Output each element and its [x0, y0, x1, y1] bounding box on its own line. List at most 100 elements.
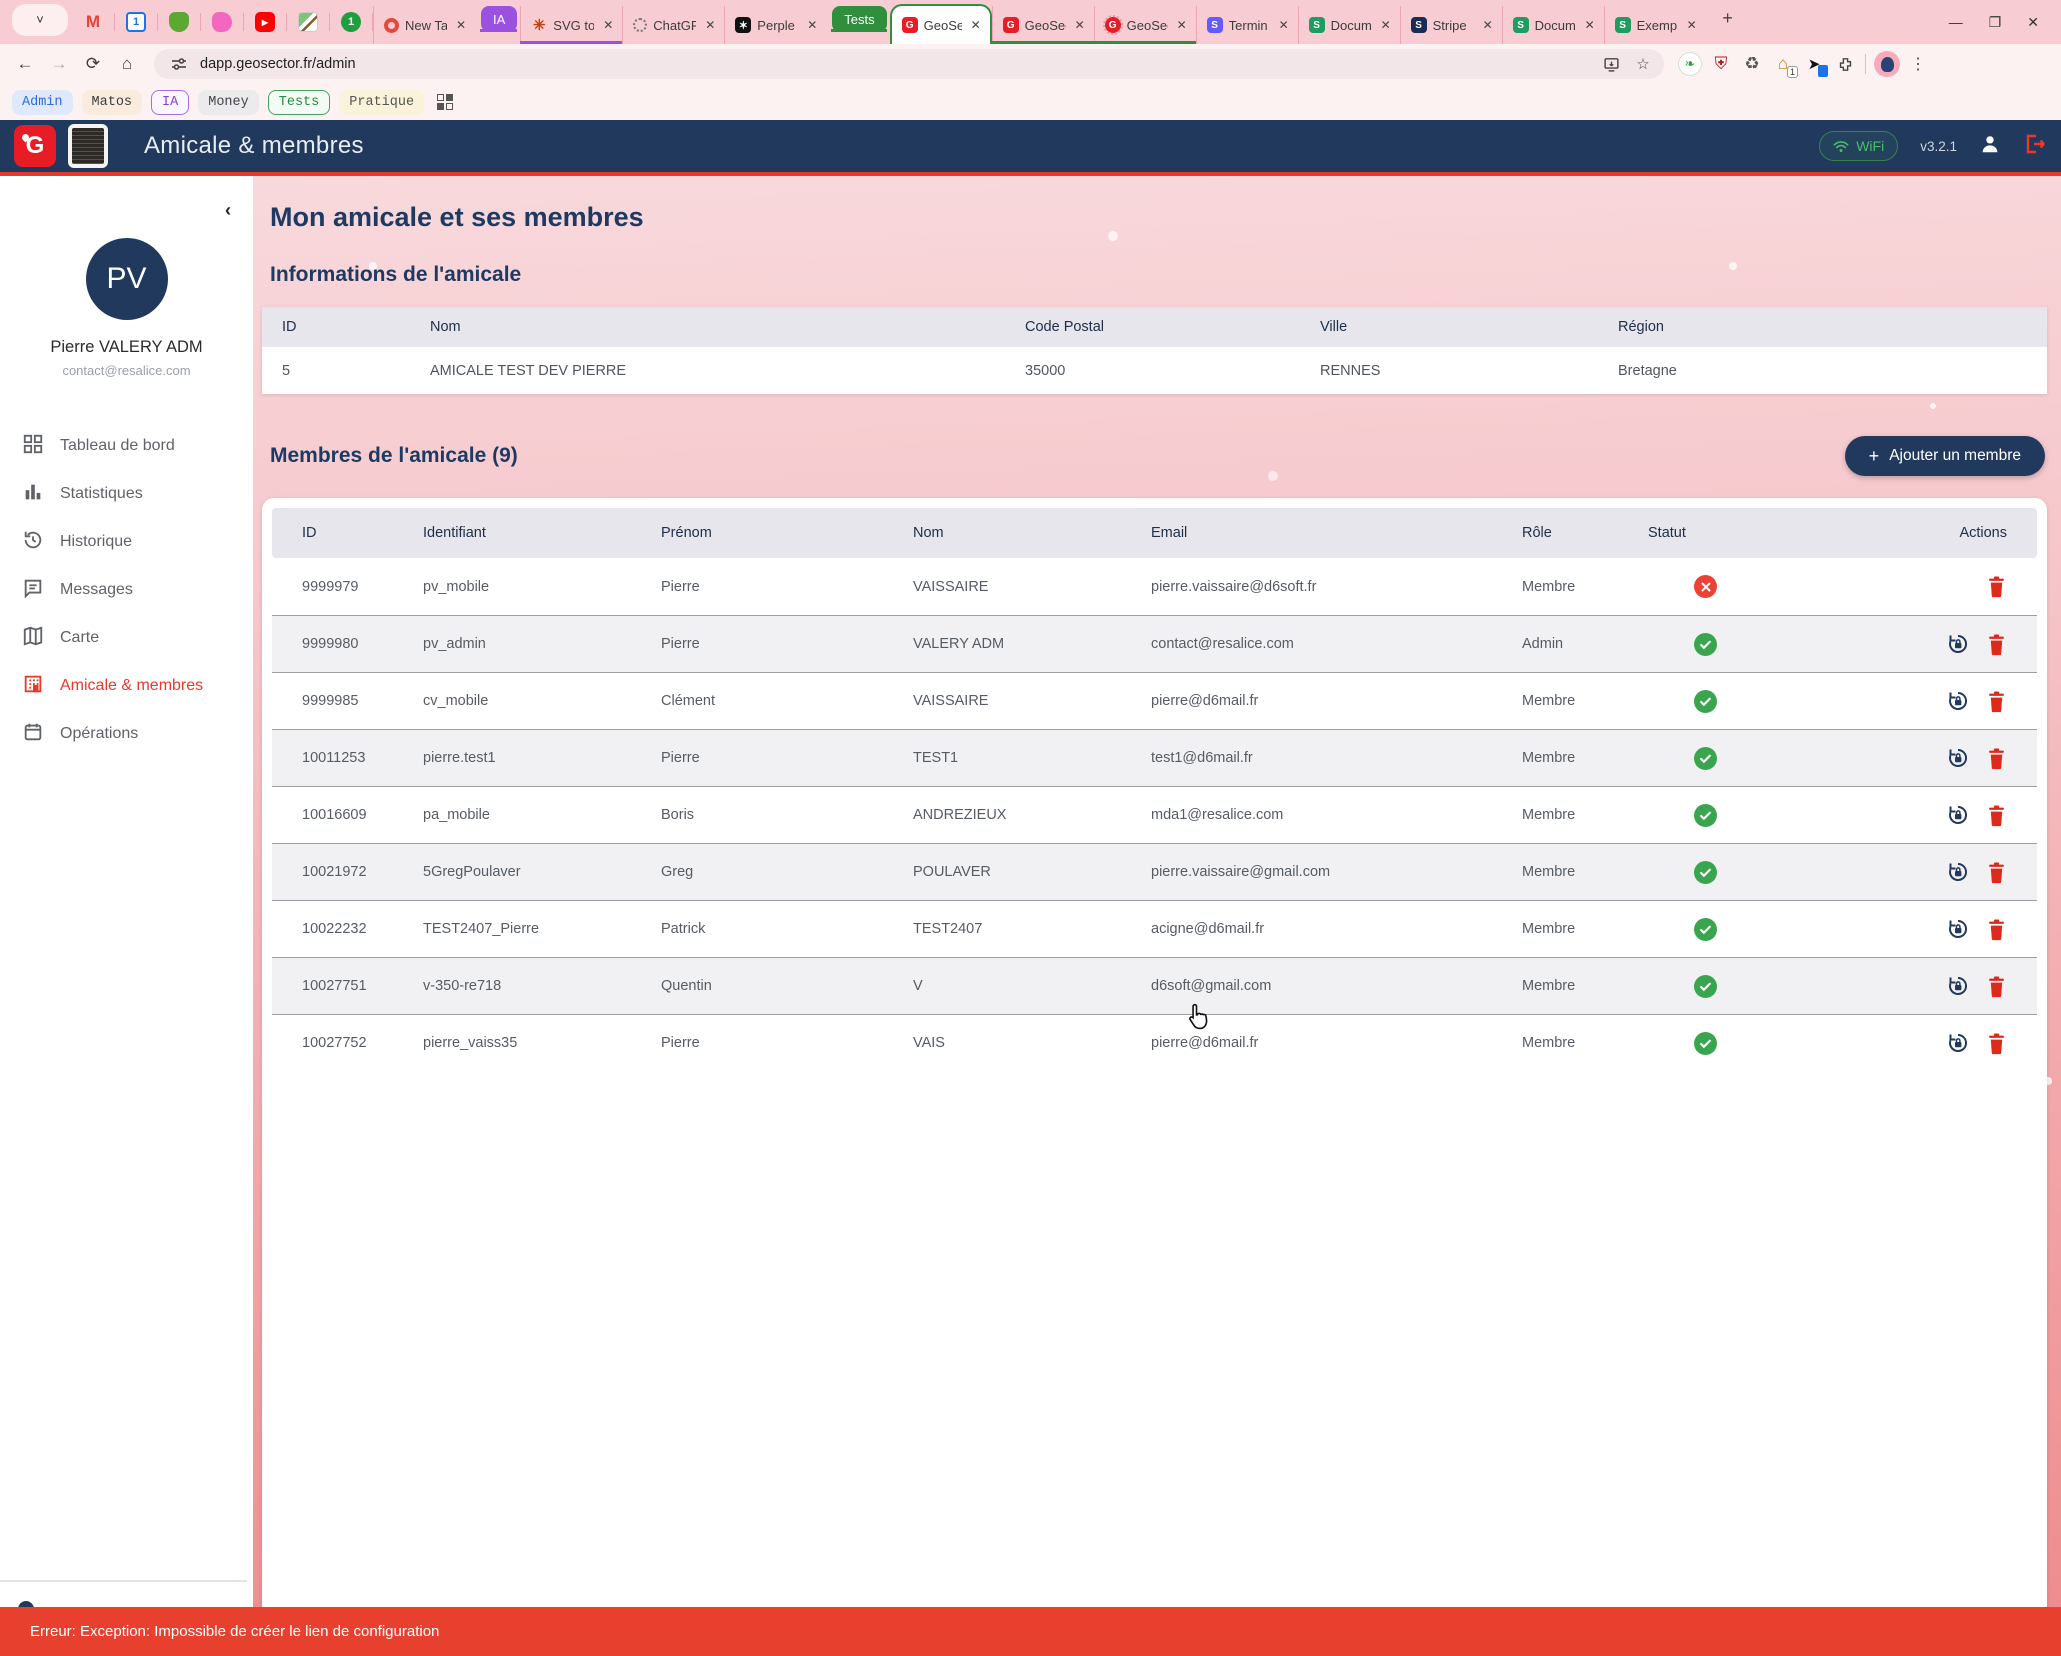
forward-button[interactable]: → — [44, 49, 74, 79]
tab-close-icon[interactable]: ✕ — [453, 17, 469, 33]
delete-member-button[interactable] — [1986, 861, 2007, 884]
browser-menu-icon[interactable]: ⋮ — [1904, 54, 1932, 74]
tab-close-icon[interactable]: ✕ — [968, 17, 984, 33]
error-bar: Erreur: Exception: Impossible de créer l… — [0, 1607, 2061, 1656]
add-member-button[interactable]: + Ajouter un membre — [1845, 436, 2045, 476]
reset-password-button[interactable] — [1946, 632, 1970, 656]
browser-tab[interactable]: ✳ SVG to ✕ — [520, 6, 622, 44]
reset-password-button[interactable] — [1946, 860, 1970, 884]
reset-password-button[interactable] — [1946, 974, 1970, 998]
back-button[interactable]: ← — [10, 49, 40, 79]
bookmark-item[interactable]: Money — [198, 90, 259, 115]
sidebar-collapse-icon[interactable]: ‹ — [225, 200, 231, 221]
browser-tab[interactable]: S Docume ✕ — [1298, 6, 1400, 44]
delete-member-button[interactable] — [1986, 633, 2007, 656]
tab-search-button[interactable]: ˅ — [12, 4, 68, 36]
delete-member-button[interactable] — [1986, 804, 2007, 827]
status-active-icon — [1694, 690, 1717, 713]
tab-close-icon[interactable]: ✕ — [1174, 17, 1190, 33]
browser-tab[interactable]: ✶ Perple ✕ — [724, 6, 826, 44]
reset-password-button[interactable] — [1946, 746, 1970, 770]
bookmark-item[interactable]: IA — [151, 90, 189, 115]
tab-close-icon[interactable]: ✕ — [804, 17, 820, 33]
address-bar[interactable]: dapp.geosector.fr/admin ☆ — [154, 49, 1664, 79]
browser-tab[interactable]: S Exempl ✕ — [1604, 6, 1706, 44]
mapnotes-pinned-tab-icon[interactable] — [298, 12, 318, 32]
green1-pinned-tab-icon[interactable]: 1 — [341, 12, 361, 32]
tab-close-icon[interactable]: ✕ — [1072, 17, 1088, 33]
tab-close-icon[interactable]: ✕ — [1480, 17, 1496, 33]
maximize-button[interactable]: ❐ — [1989, 14, 2002, 31]
reload-button[interactable]: ⟳ — [78, 49, 108, 79]
close-button[interactable]: ✕ — [2027, 14, 2039, 31]
tab-close-icon[interactable]: ✕ — [1582, 17, 1598, 33]
profile-avatar[interactable] — [1874, 51, 1900, 77]
site-settings-icon[interactable] — [168, 53, 190, 75]
browser-tab[interactable]: ChatGP ✕ — [622, 6, 724, 44]
youtube-pinned-tab-icon[interactable]: ▶ — [255, 12, 275, 32]
members-column-header: Rôle — [1522, 525, 1648, 541]
new-tab-button[interactable]: + — [1714, 5, 1742, 33]
tab-group-chip[interactable]: Tests — [832, 6, 886, 32]
tab-close-icon[interactable]: ✕ — [600, 17, 616, 33]
sidebar-item-statistiques[interactable]: Statistiques — [0, 470, 253, 518]
sidebar-item-tableau-de-bord[interactable]: Tableau de bord — [0, 422, 253, 470]
browser-tab[interactable]: S Stripe ✕ — [1400, 6, 1502, 44]
browser-tab[interactable]: G GeoSec ✕ — [890, 4, 992, 44]
apps-grid-icon[interactable] — [437, 94, 453, 110]
user-account-icon[interactable] — [1979, 133, 2001, 160]
reset-password-button[interactable] — [1946, 803, 1970, 827]
delete-member-button[interactable] — [1986, 975, 2007, 998]
delete-member-button[interactable] — [1986, 918, 2007, 941]
delete-member-button[interactable] — [1986, 747, 2007, 770]
bookmark-star-icon[interactable]: ☆ — [1632, 53, 1654, 75]
extension-cursor-icon[interactable]: ➤ — [1802, 52, 1826, 76]
tab-group-chip[interactable]: IA — [481, 6, 517, 32]
sidebar-item-messages[interactable]: Messages — [0, 566, 253, 614]
browser-tab[interactable]: New Ta ✕ — [373, 6, 475, 44]
calendar-icon — [22, 721, 44, 748]
extensions-menu-icon[interactable] — [1833, 52, 1857, 76]
home-button[interactable]: ⌂ — [112, 49, 142, 79]
browser-tab[interactable]: G GeoSec ✕ — [1094, 6, 1196, 44]
members-table-header: IDIdentifiantPrénomNomEmailRôleStatutAct… — [272, 508, 2037, 558]
gmail-pinned-tab-icon[interactable]: M — [83, 12, 103, 32]
reset-password-button[interactable] — [1946, 1031, 1970, 1055]
extension-leaf-icon[interactable]: ❧ — [1678, 52, 1702, 76]
delete-member-button[interactable] — [1986, 1032, 2007, 1055]
extensions-row: ❧ ⛨ ♻ ⌂1 ➤ — [1678, 52, 1857, 76]
minimize-button[interactable]: — — [1949, 14, 1963, 30]
browser-tab[interactable]: S Docume ✕ — [1502, 6, 1604, 44]
tab-favicon: G — [1105, 17, 1121, 33]
reset-password-button[interactable] — [1946, 917, 1970, 941]
pinkapp-pinned-tab-icon[interactable] — [212, 12, 232, 32]
extension-shield-icon[interactable]: ⛨ — [1709, 52, 1733, 76]
sidebar-item-amicale-membres[interactable]: Amicale & membres — [0, 662, 253, 710]
tab-close-icon[interactable]: ✕ — [1378, 17, 1394, 33]
tab-close-icon[interactable]: ✕ — [702, 17, 718, 33]
greenapp-pinned-tab-icon[interactable] — [169, 12, 189, 32]
tab-close-icon[interactable]: ✕ — [1276, 17, 1292, 33]
reset-password-button[interactable] — [1946, 689, 1970, 713]
extension-recycle-icon[interactable]: ♻ — [1740, 52, 1764, 76]
sidebar-item-carte[interactable]: Carte — [0, 614, 253, 662]
install-app-icon[interactable] — [1600, 53, 1622, 75]
logout-icon[interactable] — [2023, 132, 2047, 161]
calendar-pinned-tab-icon[interactable]: 1 — [126, 12, 146, 32]
bookmark-item[interactable]: Admin — [12, 90, 73, 115]
status-inactive-icon — [1694, 575, 1717, 598]
tab-close-icon[interactable]: ✕ — [1684, 17, 1700, 33]
sidebar-item-op-rations[interactable]: Opérations — [0, 710, 253, 758]
bookmark-item[interactable]: Matos — [82, 90, 143, 115]
browser-tab[interactable]: S Termin ✕ — [1196, 6, 1298, 44]
avatar: PV — [86, 238, 168, 320]
browser-tab[interactable]: G GeoSec ✕ — [992, 6, 1094, 44]
members-section-title: Membres de l'amicale (9) — [270, 444, 518, 468]
sidebar-item-historique[interactable]: Historique — [0, 518, 253, 566]
url-text: dapp.geosector.fr/admin — [200, 56, 1590, 72]
bookmark-item[interactable]: Tests — [268, 90, 331, 115]
bookmark-item[interactable]: Pratique — [339, 90, 424, 115]
delete-member-button[interactable] — [1986, 690, 2007, 713]
delete-member-button[interactable] — [1986, 575, 2007, 598]
extension-home-icon[interactable]: ⌂1 — [1771, 52, 1795, 76]
